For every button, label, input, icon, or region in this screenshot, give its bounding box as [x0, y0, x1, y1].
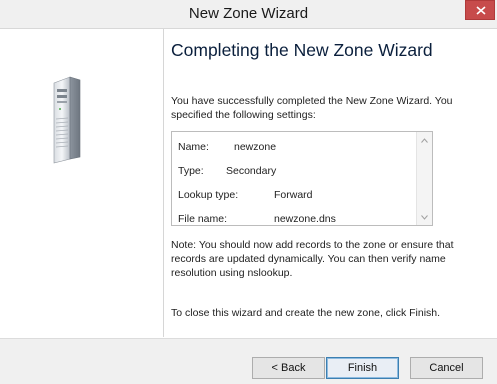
settings-summary-box[interactable]: Name: newzone Type: Secondary Lookup typ… [171, 131, 433, 226]
scroll-up-arrow-icon[interactable] [417, 133, 432, 147]
setting-value: Forward [274, 189, 313, 201]
page-heading: Completing the New Zone Wizard [171, 40, 433, 60]
setting-value: newzone.dns [274, 213, 336, 225]
setting-row-lookup-type: Lookup type: Forward [178, 189, 313, 201]
intro-text: You have successfully completed the New … [171, 95, 453, 121]
setting-label: Lookup type: [178, 189, 239, 201]
setting-value: newzone [234, 141, 277, 153]
setting-label: Type: [178, 165, 204, 177]
note-text: Note: You should now add records to the … [171, 239, 454, 279]
setting-row-file-name: File name: newzone.dns [178, 213, 336, 225]
cancel-button[interactable]: Cancel [410, 357, 483, 379]
setting-label: File name: [178, 213, 228, 225]
settings-scrollbar[interactable] [416, 132, 432, 225]
button-bar: < Back Finish Cancel [0, 338, 497, 384]
setting-row-name: Name: newzone [178, 141, 276, 153]
window-title: New Zone Wizard [188, 5, 309, 22]
back-button[interactable]: < Back [252, 357, 325, 379]
wizard-side-panel [0, 29, 164, 337]
closing-instructions: To close this wizard and create the new … [171, 307, 441, 319]
setting-row-type: Type: Secondary [178, 165, 276, 177]
close-button[interactable] [465, 0, 495, 20]
scroll-down-arrow-icon[interactable] [417, 210, 432, 224]
title-bar: New Zone Wizard [0, 0, 497, 29]
wizard-content: Completing the New Zone Wizard You have … [171, 29, 491, 337]
server-icon [53, 76, 81, 164]
setting-label: Name: [178, 141, 209, 153]
setting-value: Secondary [226, 165, 277, 177]
finish-button[interactable]: Finish [326, 357, 399, 379]
close-icon [476, 6, 486, 15]
